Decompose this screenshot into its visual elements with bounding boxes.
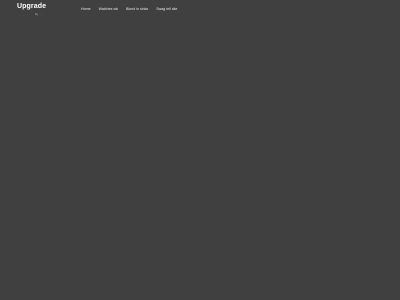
nav-item-blond[interactable]: Blond in sinks [126, 7, 148, 12]
nav-item-watches[interactable]: Watches wb [99, 7, 118, 12]
logo-subtitle: by · · · [35, 12, 44, 16]
site-header: Upgrade by · · · Home Watches wb Blond i… [0, 0, 400, 22]
nav-item-home[interactable]: Home [81, 7, 91, 12]
logo-text: Upgrade [17, 3, 47, 10]
nav-item-swag[interactable]: Swag tell site [156, 7, 177, 12]
logo[interactable]: Upgrade by · · · [17, 2, 57, 18]
main-nav: Home Watches wb Blond in sinks Swag tell… [81, 6, 177, 12]
